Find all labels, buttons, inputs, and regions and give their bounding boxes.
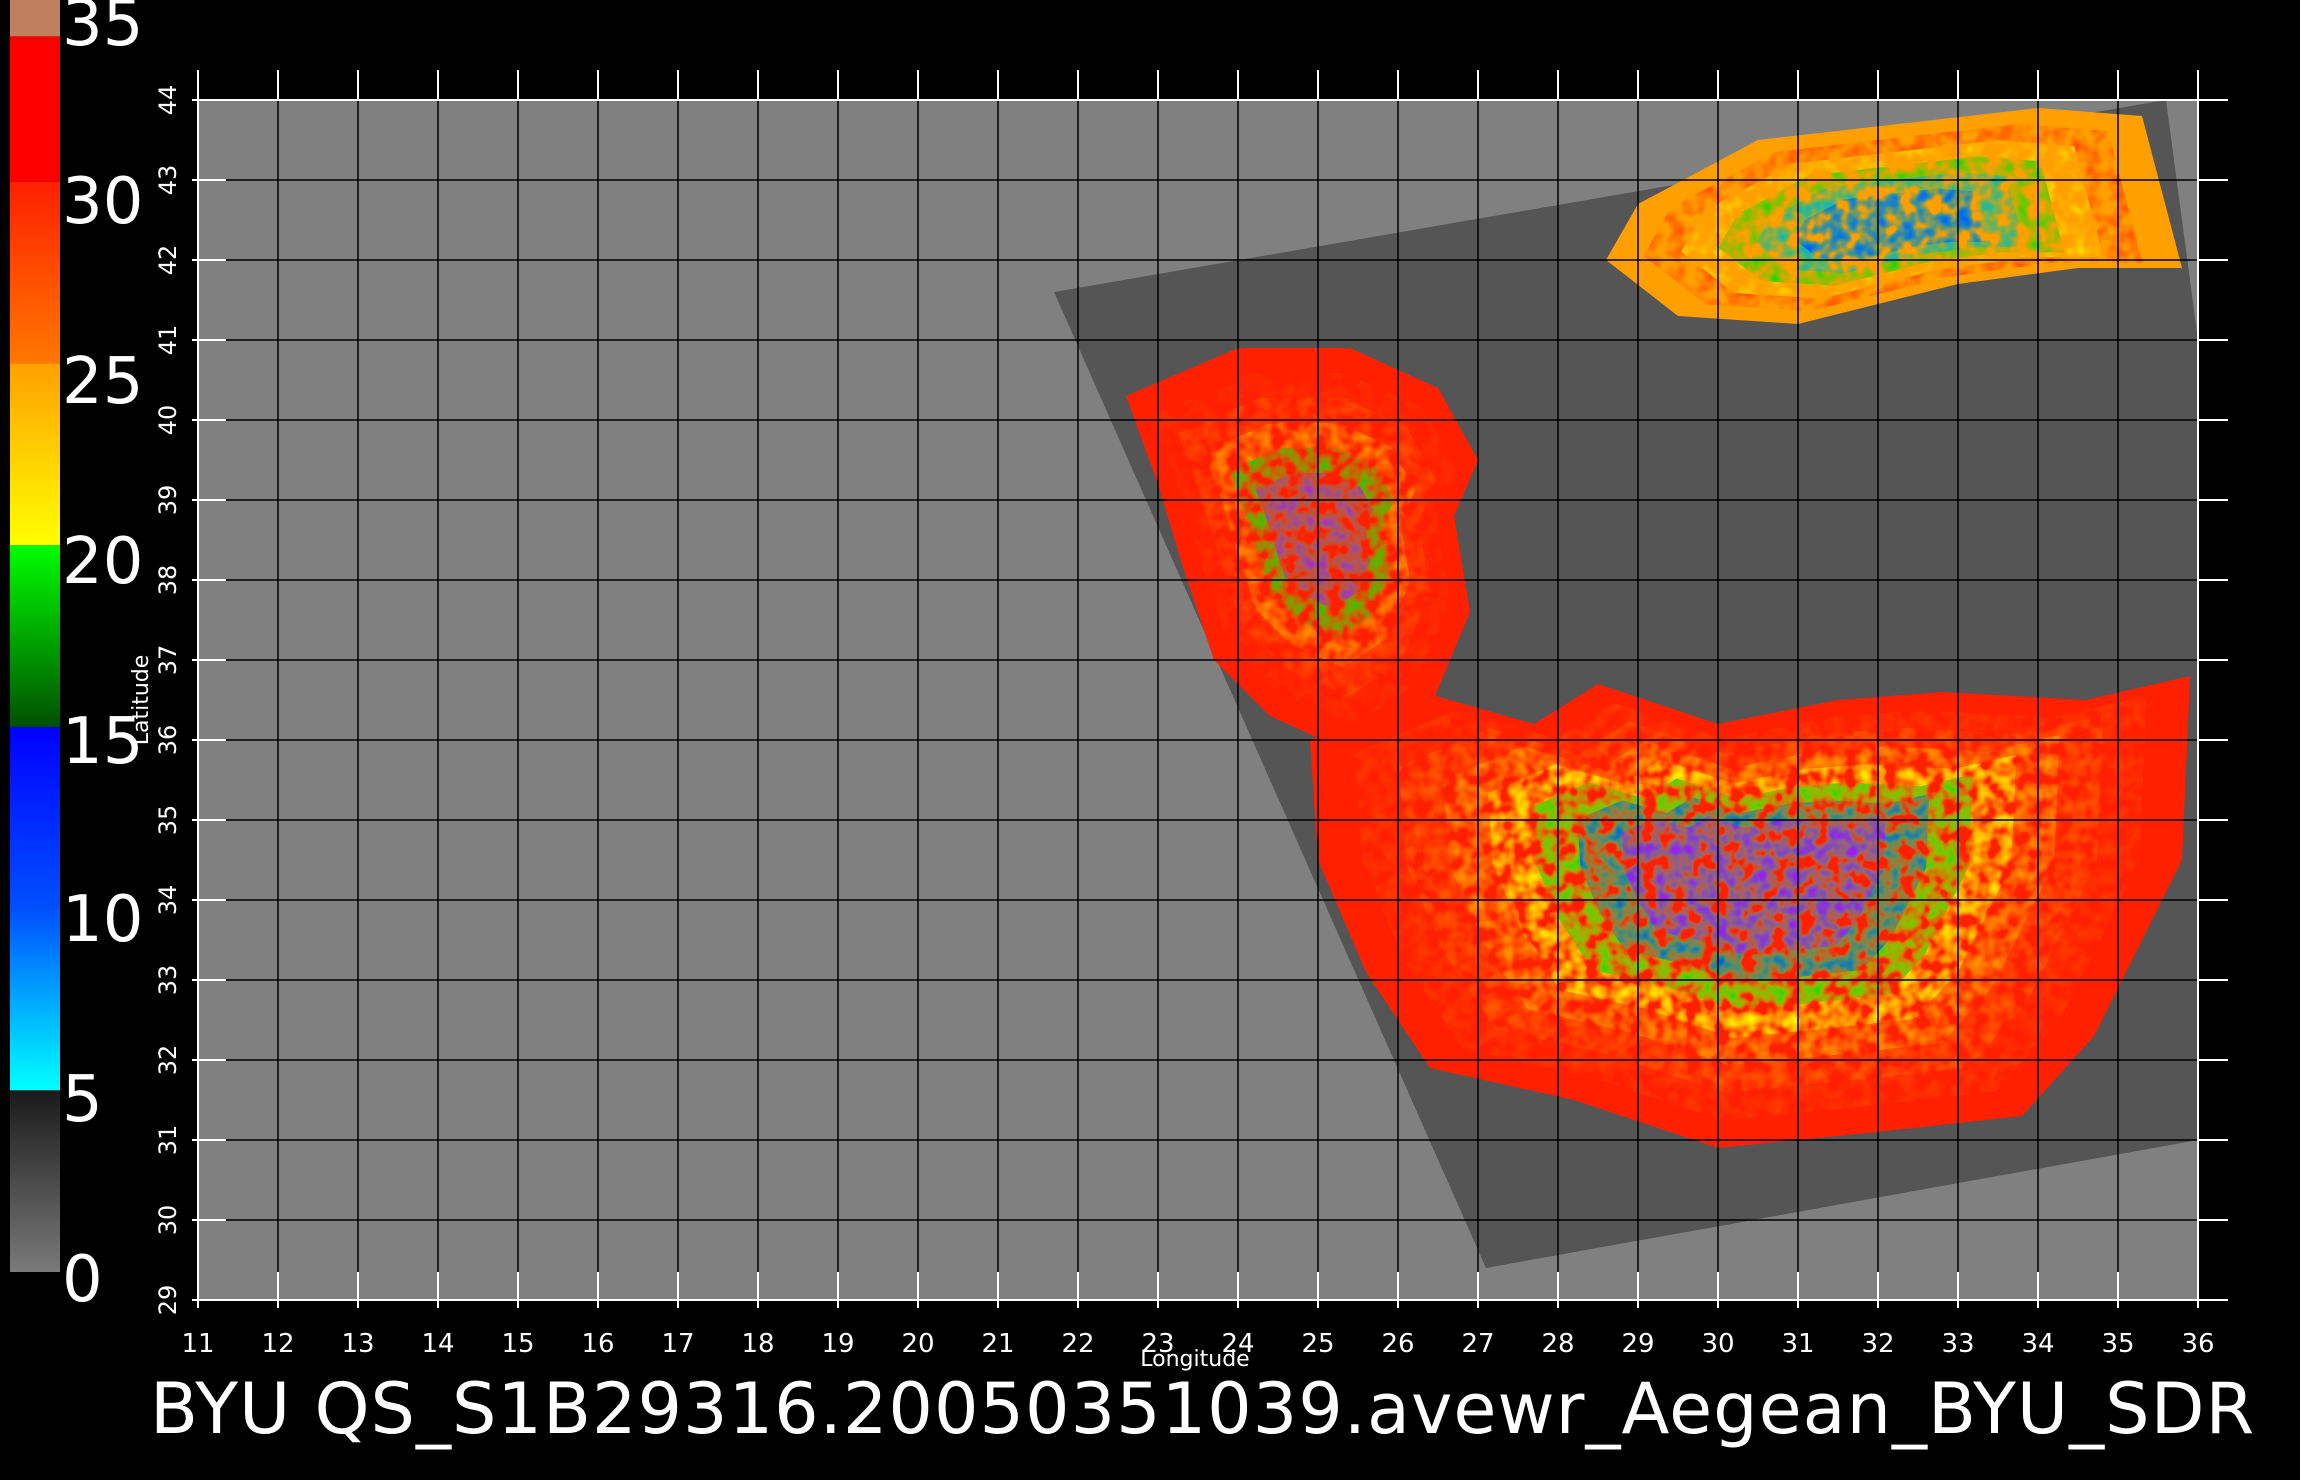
- colorbar-label: 35: [62, 0, 144, 61]
- x-tick-label: 30: [1701, 1329, 1734, 1359]
- x-tick-label: 16: [581, 1329, 614, 1359]
- y-tick-label: 41: [154, 325, 182, 356]
- x-tick-label: 33: [1941, 1329, 1974, 1359]
- x-tick-label: 14: [421, 1329, 454, 1359]
- y-tick-label: 34: [154, 885, 182, 916]
- colorbar-label: 25: [62, 345, 144, 419]
- x-tick-label: 15: [501, 1329, 534, 1359]
- colorbar-label: 20: [62, 525, 144, 599]
- y-tick-label: 36: [154, 725, 182, 756]
- x-tick-label: 32: [1861, 1329, 1894, 1359]
- colorbar-label: 5: [62, 1063, 103, 1137]
- colorbar-segment: [10, 726, 60, 909]
- x-tick-label: 28: [1541, 1329, 1574, 1359]
- colorbar-segment: [10, 181, 60, 364]
- y-tick-label: 31: [154, 1125, 182, 1156]
- y-tick-label: 30: [154, 1205, 182, 1236]
- colorbar-segment: [10, 363, 60, 546]
- y-tick-label: 29: [154, 1285, 182, 1316]
- colorbar-segment: [10, 0, 60, 37]
- x-tick-label: 31: [1781, 1329, 1814, 1359]
- x-tick-label: 21: [981, 1329, 1014, 1359]
- x-tick-label: 20: [901, 1329, 934, 1359]
- x-tick-label: 11: [181, 1329, 214, 1359]
- colorbar-segment: [10, 908, 60, 1091]
- x-tick-label: 12: [261, 1329, 294, 1359]
- x-tick-label: 36: [2181, 1329, 2214, 1359]
- x-tick-label: 29: [1621, 1329, 1654, 1359]
- colorbar-label: 10: [62, 883, 144, 957]
- colorbar-segment: [10, 36, 60, 182]
- x-tick-label: 13: [341, 1329, 374, 1359]
- y-tick-label: 39: [154, 485, 182, 516]
- x-tick-label: 17: [661, 1329, 694, 1359]
- y-tick-label: 32: [154, 1045, 182, 1076]
- y-tick-label: 40: [154, 405, 182, 436]
- x-tick-label: 34: [2021, 1329, 2054, 1359]
- y-tick-label: 38: [154, 565, 182, 596]
- x-tick-label: 18: [741, 1329, 774, 1359]
- colorbar-segment: [10, 545, 60, 727]
- x-tick-label: 35: [2101, 1329, 2134, 1359]
- y-tick-label: 35: [154, 805, 182, 836]
- x-tick-label: 22: [1061, 1329, 1094, 1359]
- x-tick-label: 19: [821, 1329, 854, 1359]
- y-tick-label: 42: [154, 245, 182, 276]
- wind-map-figure: 11 12 13 14 15 16 17 18 19 20 21 22 23 24 25 26 27 28 29 30…: [10, 0, 2228, 1372]
- map-plot-area: 11 12 13 14 15 16 17 18 19 20 21 22 23 24 25 26 27 28 29 30…: [129, 70, 2228, 1372]
- x-tick-label: 27: [1461, 1329, 1494, 1359]
- footer-caption: BYU QS_S1B29316.20050351039.avewr_Aegean…: [150, 1368, 2256, 1450]
- color-scale-bar: [10, 0, 60, 1272]
- y-tick-label: 37: [154, 645, 182, 676]
- y-tick-label: 43: [154, 165, 182, 196]
- x-tick-label: 25: [1301, 1329, 1334, 1359]
- colorbar-label: 0: [62, 1243, 103, 1317]
- colorbar-label: 30: [62, 165, 144, 239]
- y-tick-label: 33: [154, 965, 182, 996]
- x-tick-label: 26: [1381, 1329, 1414, 1359]
- y-tick-label: 44: [154, 85, 182, 116]
- colorbar-segment: [10, 1090, 60, 1272]
- colorbar-label: 15: [62, 705, 144, 779]
